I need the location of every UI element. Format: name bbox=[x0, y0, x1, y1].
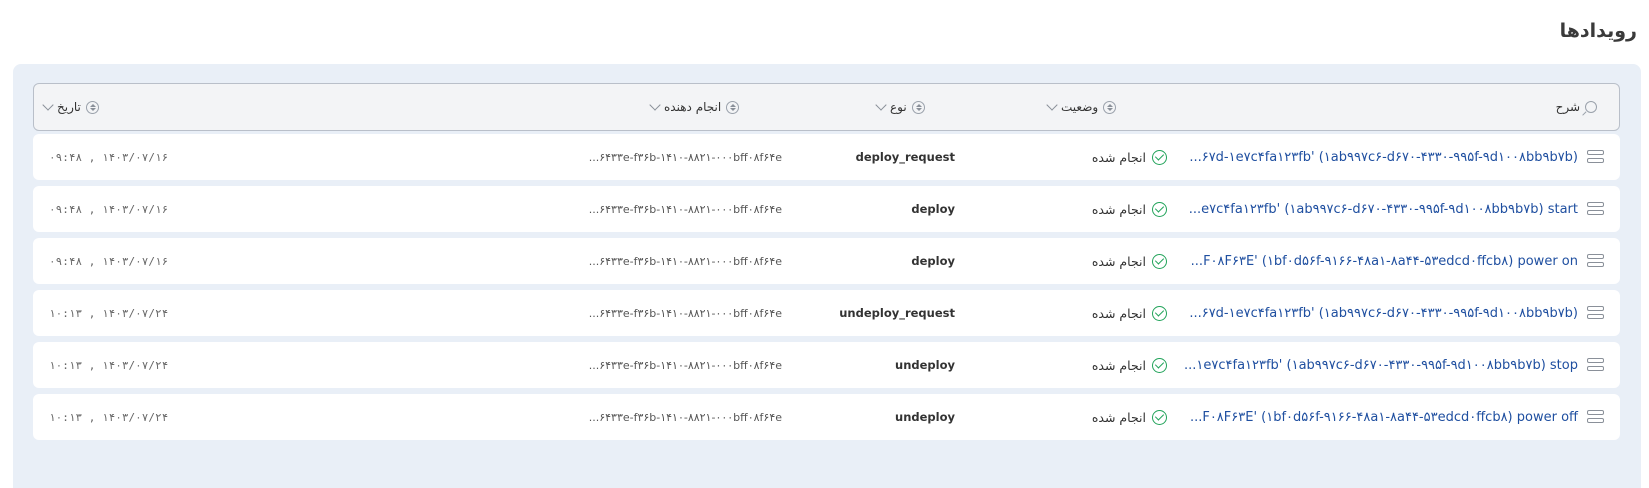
column-header-type[interactable]: نوع bbox=[875, 84, 925, 130]
status-label: انجام شده bbox=[1091, 201, 1146, 217]
row-status: انجام شده bbox=[1092, 134, 1167, 180]
drag-handle-icon[interactable] bbox=[1587, 202, 1604, 216]
sort-icon[interactable] bbox=[911, 100, 925, 114]
column-header-description-label: شرح bbox=[1555, 100, 1580, 114]
row-description-link[interactable]: ...۱e۷c۴fa۱۲۳fb' (۱ab۹۹۷c۶-d۶۷۰-۴۳۳۰-۹۹۵… bbox=[1184, 342, 1578, 388]
column-header-date-label: تاریخ bbox=[57, 100, 81, 114]
drag-handle-icon[interactable] bbox=[1587, 410, 1604, 424]
drag-handle-icon[interactable] bbox=[1587, 150, 1604, 164]
status-label: انجام شده bbox=[1091, 253, 1146, 269]
status-label: انجام شده bbox=[1091, 409, 1146, 425]
row-date: ۱۴۰۳/۰۷/۲۴ , ۱۰:۱۳ bbox=[49, 358, 169, 372]
status-label: انجام شده bbox=[1091, 149, 1146, 165]
row-type: deploy bbox=[911, 254, 955, 268]
table-row[interactable]: ۱۴۰۳/۰۷/۱۶ , ۰۹:۴۸ ...۶۴۳۳e-f۳۶b-۱۴۱۰-۸۸… bbox=[33, 134, 1620, 180]
column-header-type-label: نوع bbox=[890, 100, 907, 114]
table-header: تاریخ انجام دهنده نوع وضعیت شرح bbox=[33, 83, 1620, 131]
chevron-down-icon[interactable] bbox=[649, 99, 661, 111]
row-description-link[interactable]: ...۶۷d-۱e۷c۴fa۱۲۳fb' (۱ab۹۹۷c۶-d۶۷۰-۴۳۳۰… bbox=[1189, 134, 1578, 180]
chevron-down-icon[interactable] bbox=[875, 99, 887, 111]
row-date: ۱۴۰۳/۰۷/۱۶ , ۰۹:۴۸ bbox=[49, 202, 169, 216]
column-header-description[interactable]: شرح bbox=[1556, 84, 1597, 130]
events-panel: تاریخ انجام دهنده نوع وضعیت شرح ۱۴۰۳/۰۷/… bbox=[13, 64, 1641, 488]
search-icon[interactable] bbox=[1585, 101, 1597, 113]
check-circle-icon bbox=[1152, 253, 1167, 269]
row-description-link[interactable]: ...e۷c۴fa۱۲۳fb' (۱ab۹۹۷c۶-d۶۷۰-۴۳۳۰-۹۹۵f… bbox=[1189, 186, 1578, 232]
row-type: undeploy_request bbox=[839, 306, 955, 320]
row-actor: ...۶۴۳۳e-f۳۶b-۱۴۱۰-۸۸۲۱-۰۰۰bff۰۸f۶۴e bbox=[588, 150, 782, 164]
status-label: انجام شده bbox=[1091, 305, 1146, 321]
row-actor: ...۶۴۳۳e-f۳۶b-۱۴۱۰-۸۸۲۱-۰۰۰bff۰۸f۶۴e bbox=[588, 202, 782, 216]
table-row[interactable]: ۱۴۰۳/۰۷/۲۴ , ۱۰:۱۳ ...۶۴۳۳e-f۳۶b-۱۴۱۰-۸۸… bbox=[33, 342, 1620, 388]
row-description-link[interactable]: ...F۰۸F۶۳E' (۱bf۰d۵۶f-۹۱۶۶-۴۸a۱-۸a۴۴-۵۳e… bbox=[1191, 238, 1578, 284]
drag-handle-icon[interactable] bbox=[1587, 254, 1604, 268]
chevron-down-icon[interactable] bbox=[42, 99, 54, 111]
row-type: deploy bbox=[911, 202, 955, 216]
table-row[interactable]: ۱۴۰۳/۰۷/۲۴ , ۱۰:۱۳ ...۶۴۳۳e-f۳۶b-۱۴۱۰-۸۸… bbox=[33, 290, 1620, 336]
row-date: ۱۴۰۳/۰۷/۲۴ , ۱۰:۱۳ bbox=[49, 306, 169, 320]
check-circle-icon bbox=[1152, 305, 1167, 321]
check-circle-icon bbox=[1152, 357, 1167, 373]
column-header-date[interactable]: تاریخ bbox=[42, 84, 99, 130]
row-date: ۱۴۰۳/۰۷/۱۶ , ۰۹:۴۸ bbox=[49, 150, 169, 164]
table-row[interactable]: ۱۴۰۳/۰۷/۱۶ , ۰۹:۴۸ ...۶۴۳۳e-f۳۶b-۱۴۱۰-۸۸… bbox=[33, 186, 1620, 232]
column-header-status[interactable]: وضعیت bbox=[1046, 84, 1117, 130]
row-actor: ...۶۴۳۳e-f۳۶b-۱۴۱۰-۸۸۲۱-۰۰۰bff۰۸f۶۴e bbox=[588, 410, 782, 424]
page-title: رویدادها bbox=[1559, 20, 1637, 42]
row-type: undeploy bbox=[895, 358, 955, 372]
row-actor: ...۶۴۳۳e-f۳۶b-۱۴۱۰-۸۸۲۱-۰۰۰bff۰۸f۶۴e bbox=[588, 306, 782, 320]
check-circle-icon bbox=[1152, 409, 1167, 425]
table-row[interactable]: ۱۴۰۳/۰۷/۲۴ , ۱۰:۱۳ ...۶۴۳۳e-f۳۶b-۱۴۱۰-۸۸… bbox=[33, 394, 1620, 440]
table-row[interactable]: ۱۴۰۳/۰۷/۱۶ , ۰۹:۴۸ ...۶۴۳۳e-f۳۶b-۱۴۱۰-۸۸… bbox=[33, 238, 1620, 284]
row-status: انجام شده bbox=[1092, 238, 1167, 284]
row-type: undeploy bbox=[895, 410, 955, 424]
row-description-link[interactable]: ...F۰۸F۶۳E' (۱bf۰d۵۶f-۹۱۶۶-۴۸a۱-۸a۴۴-۵۳e… bbox=[1190, 394, 1578, 440]
chevron-down-icon[interactable] bbox=[1046, 99, 1058, 111]
row-description-link[interactable]: ...۶۷d-۱e۷c۴fa۱۲۳fb' (۱ab۹۹۷c۶-d۶۷۰-۴۳۳۰… bbox=[1189, 290, 1578, 336]
sort-icon[interactable] bbox=[1103, 100, 1117, 114]
sort-icon[interactable] bbox=[85, 100, 99, 114]
check-circle-icon bbox=[1152, 149, 1167, 165]
check-circle-icon bbox=[1152, 201, 1167, 217]
row-status: انجام شده bbox=[1092, 290, 1167, 336]
drag-handle-icon[interactable] bbox=[1587, 358, 1604, 372]
row-status: انجام شده bbox=[1092, 394, 1167, 440]
row-date: ۱۴۰۳/۰۷/۲۴ , ۱۰:۱۳ bbox=[49, 410, 169, 424]
column-header-actor-label: انجام دهنده bbox=[664, 100, 722, 114]
row-actor: ...۶۴۳۳e-f۳۶b-۱۴۱۰-۸۸۲۱-۰۰۰bff۰۸f۶۴e bbox=[588, 254, 782, 268]
row-date: ۱۴۰۳/۰۷/۱۶ , ۰۹:۴۸ bbox=[49, 254, 169, 268]
column-header-status-label: وضعیت bbox=[1061, 100, 1099, 114]
row-actor: ...۶۴۳۳e-f۳۶b-۱۴۱۰-۸۸۲۱-۰۰۰bff۰۸f۶۴e bbox=[588, 358, 782, 372]
row-type: deploy_request bbox=[855, 150, 955, 164]
status-label: انجام شده bbox=[1091, 357, 1146, 373]
sort-icon[interactable] bbox=[726, 100, 740, 114]
column-header-actor[interactable]: انجام دهنده bbox=[649, 84, 740, 130]
row-status: انجام شده bbox=[1092, 186, 1167, 232]
row-status: انجام شده bbox=[1092, 342, 1167, 388]
drag-handle-icon[interactable] bbox=[1587, 306, 1604, 320]
